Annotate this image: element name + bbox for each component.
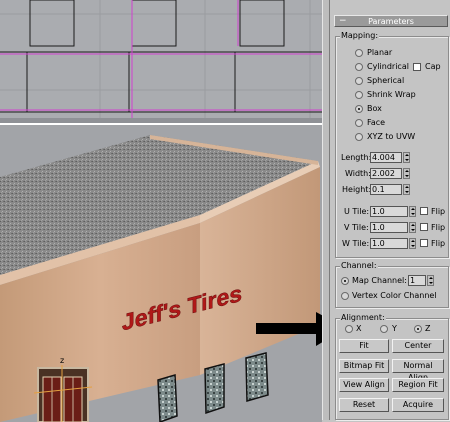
door: [37, 367, 89, 422]
align-z-label: Z: [425, 324, 431, 333]
width-label: Width:: [345, 169, 371, 178]
w-tile-input[interactable]: 1.0: [370, 238, 408, 249]
box-radio[interactable]: [355, 105, 363, 113]
pointer-arrow: [256, 312, 322, 346]
height-label: Height:: [342, 185, 372, 194]
align-x-radio[interactable]: [345, 325, 353, 333]
xyz-to-uvw-radio[interactable]: [355, 133, 363, 141]
channel-group: Channel:: [335, 261, 449, 308]
v-flip-checkbox[interactable]: [420, 223, 428, 231]
v-flip-label: Flip: [431, 223, 446, 232]
height-input[interactable]: 0.1: [370, 184, 402, 195]
fit-button[interactable]: Fit: [339, 339, 389, 353]
building-wireframe: [0, 0, 322, 113]
map-channel-label: Map Channel:: [352, 276, 407, 285]
acquire-button[interactable]: Acquire: [392, 398, 444, 412]
box-label: Box: [367, 104, 382, 113]
perspective-viewport[interactable]: Jeff's Tires z: [0, 123, 322, 422]
map-channel-input[interactable]: 1: [408, 275, 426, 286]
u-tile-input[interactable]: 1.0: [370, 206, 408, 217]
face-label: Face: [367, 118, 386, 127]
v-tile-spinner[interactable]: [409, 222, 416, 233]
bitmap-fit-button[interactable]: Bitmap Fit: [339, 359, 389, 373]
shrink-wrap-radio[interactable]: [355, 91, 363, 99]
center-button[interactable]: Center: [392, 339, 444, 353]
planar-radio[interactable]: [355, 49, 363, 57]
height-spinner[interactable]: [403, 184, 410, 195]
cylindrical-radio[interactable]: [355, 63, 363, 71]
normal-align-button[interactable]: Normal Align: [392, 359, 444, 382]
parameters-rollout-header[interactable]: − Parameters: [334, 15, 448, 27]
perspective-canvas: Jeff's Tires z: [0, 135, 320, 422]
face-radio[interactable]: [355, 119, 363, 127]
length-spinner[interactable]: [403, 152, 410, 163]
rollout-title: Parameters: [368, 17, 414, 26]
w-flip-label: Flip: [431, 239, 446, 248]
v-tile-input[interactable]: 1.0: [370, 222, 408, 233]
channel-group-title: Channel:: [340, 261, 378, 270]
align-x-label: X: [356, 324, 362, 333]
planar-label: Planar: [367, 48, 393, 57]
gizmo-axis-label: z: [60, 356, 64, 365]
spherical-radio[interactable]: [355, 77, 363, 85]
map-channel-spinner[interactable]: [427, 275, 434, 286]
window: [204, 363, 225, 415]
v-tile-label: V Tile:: [344, 223, 369, 232]
reset-button[interactable]: Reset: [339, 398, 389, 412]
align-y-label: Y: [392, 324, 397, 333]
alignment-group-title: Alignment:: [340, 313, 386, 322]
window: [157, 374, 178, 422]
w-tile-label: W Tile:: [342, 239, 370, 248]
width-input[interactable]: 2.002: [370, 168, 402, 179]
spherical-label: Spherical: [367, 76, 405, 85]
w-tile-spinner[interactable]: [409, 238, 416, 249]
vertex-color-radio[interactable]: [341, 292, 349, 300]
u-tile-label: U Tile:: [344, 207, 370, 216]
width-spinner[interactable]: [403, 168, 410, 179]
u-flip-checkbox[interactable]: [420, 207, 428, 215]
mapping-group-title: Mapping:: [340, 31, 380, 40]
cap-label: Cap: [425, 62, 441, 71]
xyz-to-uvw-label: XYZ to UVW: [367, 132, 416, 141]
align-z-radio[interactable]: [414, 325, 422, 333]
panel-scroll-strip[interactable]: [322, 0, 330, 420]
command-panel: − Parameters Mapping: Planar Cylindrical…: [330, 0, 450, 420]
length-label: Length:: [341, 153, 372, 162]
length-input[interactable]: 4.004: [370, 152, 402, 163]
window: [245, 352, 269, 402]
map-channel-radio[interactable]: [341, 277, 349, 285]
align-y-radio[interactable]: [380, 325, 388, 333]
uvw-gizmo-top: [0, 0, 322, 118]
top-viewport-canvas: [0, 0, 322, 118]
cap-checkbox[interactable]: [413, 63, 421, 71]
cylindrical-label: Cylindrical: [367, 62, 409, 71]
top-viewport[interactable]: [0, 0, 322, 118]
shrink-wrap-label: Shrink Wrap: [367, 90, 416, 99]
u-tile-spinner[interactable]: [409, 206, 416, 217]
vertex-color-label: Vertex Color Channel: [352, 291, 437, 300]
view-align-button[interactable]: View Align: [339, 378, 389, 392]
w-flip-checkbox[interactable]: [420, 239, 428, 247]
region-fit-button[interactable]: Region Fit: [392, 378, 444, 392]
u-flip-label: Flip: [431, 207, 446, 216]
